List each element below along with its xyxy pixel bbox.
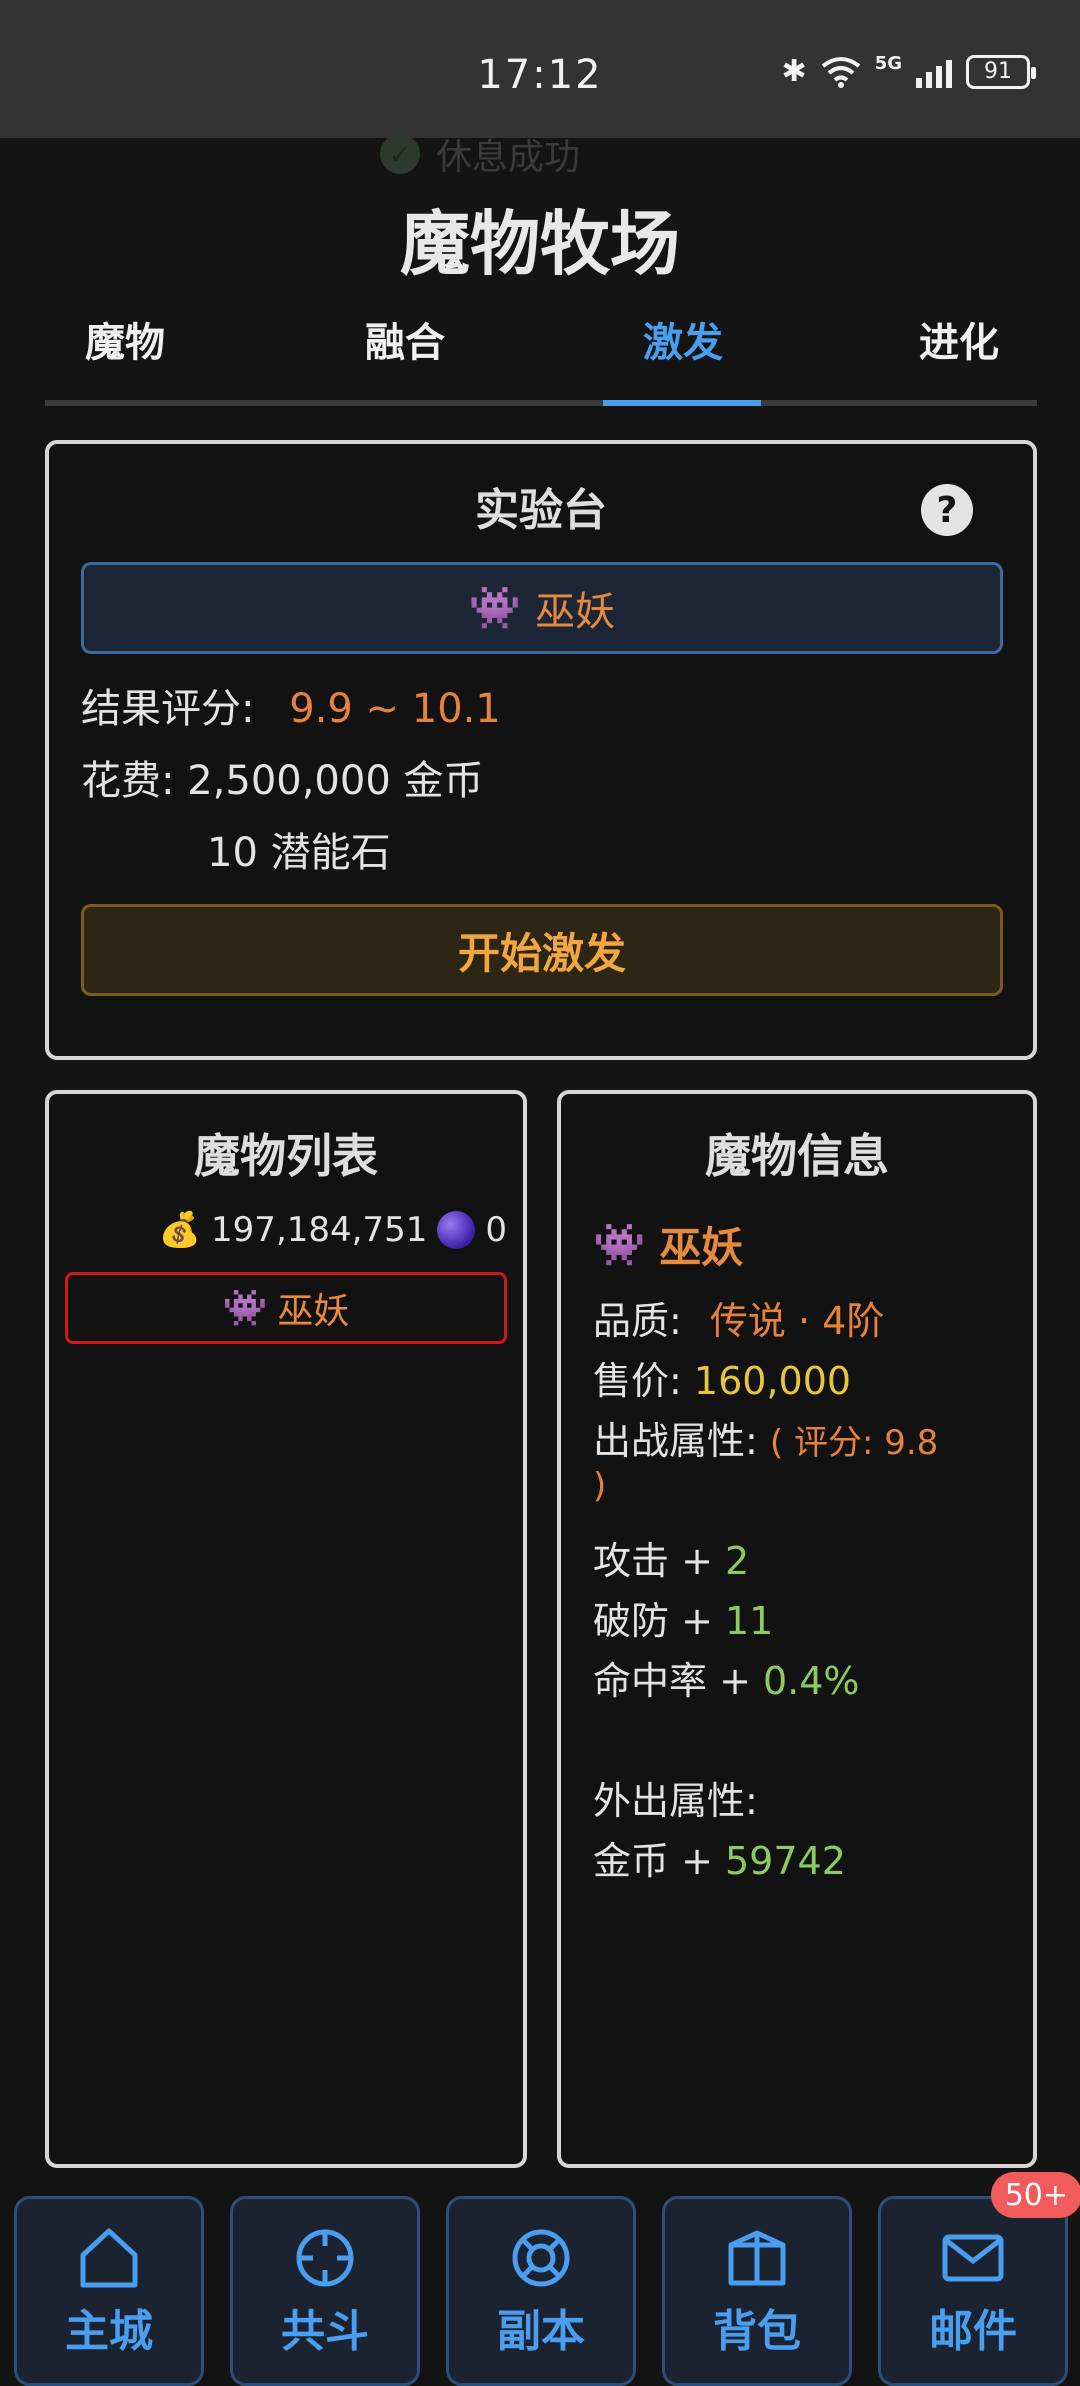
nav-main-city[interactable]: 主城 (14, 2196, 204, 2386)
cost-label: 花费: (81, 758, 175, 804)
battery-icon: 91 (966, 54, 1036, 89)
attr-label: 破防 + (593, 1599, 725, 1643)
selected-monster-slot[interactable]: 👾 巫妖 (81, 562, 1003, 654)
quality-value: 传说 · 4阶 (709, 1299, 885, 1343)
money-bag-icon: 💰 (158, 1210, 202, 1250)
attr-label: 攻击 + (593, 1539, 725, 1583)
cost-gold: 2,500,000 金币 (187, 758, 484, 804)
gold-amount: 197,184,751 (211, 1210, 428, 1250)
wifi-icon (821, 56, 860, 88)
nav-label: 副本 (497, 2306, 585, 2357)
battle-attr-label: 出战属性: (593, 1419, 758, 1463)
help-button[interactable]: ? (921, 484, 973, 536)
attr-value: 0.4% (763, 1659, 860, 1703)
check-icon: ✓ (380, 134, 420, 174)
alien-monster-icon: 👾 (222, 1288, 268, 1329)
nav-label: 邮件 (929, 2306, 1017, 2357)
home-icon (80, 2228, 138, 2288)
page-title: 魔物牧场 (400, 203, 680, 285)
result-score-label: 结果评分: (81, 686, 255, 732)
attr-hit-rate: 命中率 + 0.4% (593, 1650, 860, 1705)
quality-label: 品质: (593, 1299, 682, 1343)
cost-stone: 10 潜能石 (207, 830, 391, 876)
battle-attr-row: 出战属性: ( 评分: 9.8 (593, 1410, 938, 1465)
result-score-row: 结果评分: 9.9 ~ 10.1 (81, 676, 501, 734)
attr-value: 11 (725, 1599, 774, 1643)
battery-level: 91 (984, 59, 1012, 84)
toast: ✓ 休息成功 (380, 128, 580, 180)
monster-list-panel: 魔物列表 💰 197,184,751 0 👾 巫妖 (45, 1090, 527, 2168)
monster-info-title: 魔物信息 (705, 1129, 889, 1183)
attr-attack: 攻击 + 2 (593, 1530, 749, 1585)
monster-name-text: 巫妖 (659, 1223, 744, 1272)
attr-value: 2 (725, 1539, 750, 1583)
attr-value: 59742 (725, 1839, 846, 1883)
nav-coop[interactable]: 共斗 (230, 2196, 420, 2386)
nav-label: 主城 (65, 2306, 153, 2357)
bluetooth-icon: ✱ (781, 54, 807, 89)
tab-evolve[interactable]: 进化 (879, 310, 1039, 368)
bottom-nav: 主城 共斗 副本 背包 邮件 (0, 2196, 1080, 2386)
nav-dungeon[interactable]: 副本 (446, 2196, 636, 2386)
lifebuoy-icon (512, 2229, 570, 2287)
alien-monster-icon: 👾 (593, 1219, 646, 1269)
monster-list-title: 魔物列表 (194, 1129, 378, 1183)
monster-info-panel: 魔物信息 👾 巫妖 品质: 传说 · 4阶 售价: 160,000 出战属性: … (557, 1090, 1037, 2168)
alien-monster-icon: 👾 (468, 583, 522, 632)
lab-title: 实验台 (475, 485, 607, 536)
battle-score-close: ) (593, 1466, 607, 1506)
lab-panel: 实验台 ? 👾 巫妖 结果评分: 9.9 ~ 10.1 花费: 2,500,00… (45, 440, 1037, 1060)
out-attr-gold: 金币 + 59742 (593, 1830, 846, 1885)
tab-bar: 魔物 融合 激发 进化 (45, 300, 1037, 406)
price-row: 售价: 160,000 (593, 1350, 851, 1405)
box-icon (728, 2230, 786, 2286)
tab-awaken[interactable]: 激发 (603, 310, 763, 368)
list-item[interactable]: 👾 巫妖 (65, 1272, 507, 1344)
wallet: 💰 197,184,751 0 (159, 1210, 507, 1250)
nav-mail[interactable]: 邮件 (878, 2196, 1068, 2386)
active-tab-indicator (603, 400, 761, 406)
potential-stone-icon (437, 1211, 476, 1249)
mail-badge: 50+ (990, 2172, 1080, 2218)
network-type: 5G (874, 53, 902, 74)
out-attr-label: 外出属性: (593, 1779, 758, 1823)
result-score-value: 9.9 ~ 10.1 (289, 686, 501, 732)
nav-backpack[interactable]: 背包 (662, 2196, 852, 2386)
status-icons: ✱ 5G 91 (781, 53, 1036, 89)
start-awaken-button[interactable]: 开始激发 (81, 904, 1003, 996)
crosshair-icon (296, 2229, 354, 2287)
nav-label: 背包 (713, 2306, 801, 2357)
attr-label: 命中率 + (593, 1659, 763, 1703)
tab-monsters[interactable]: 魔物 (45, 310, 205, 368)
monster-name: 👾 巫妖 (593, 1214, 743, 1275)
price-value: 160,000 (693, 1359, 852, 1403)
quality-row: 品质: 传说 · 4阶 (593, 1290, 884, 1345)
selected-monster-name: 巫妖 (535, 589, 616, 635)
stone-amount: 0 (485, 1210, 507, 1250)
attr-pierce: 破防 + 11 (593, 1590, 773, 1645)
attr-label: 金币 + (593, 1839, 725, 1883)
cost-row: 花费: 2,500,000 金币 (81, 748, 484, 806)
mail-icon (942, 2234, 1004, 2282)
list-item-name: 巫妖 (277, 1291, 350, 1332)
battle-score: ( 评分: 9.8 (769, 1423, 939, 1463)
tab-fusion[interactable]: 融合 (325, 310, 485, 368)
status-bar: 17:12 ✱ 5G 91 (0, 0, 1080, 138)
nav-label: 共斗 (281, 2306, 369, 2357)
signal-icon (916, 56, 952, 88)
price-label: 售价: (593, 1359, 682, 1403)
toast-text: 休息成功 (436, 137, 581, 178)
